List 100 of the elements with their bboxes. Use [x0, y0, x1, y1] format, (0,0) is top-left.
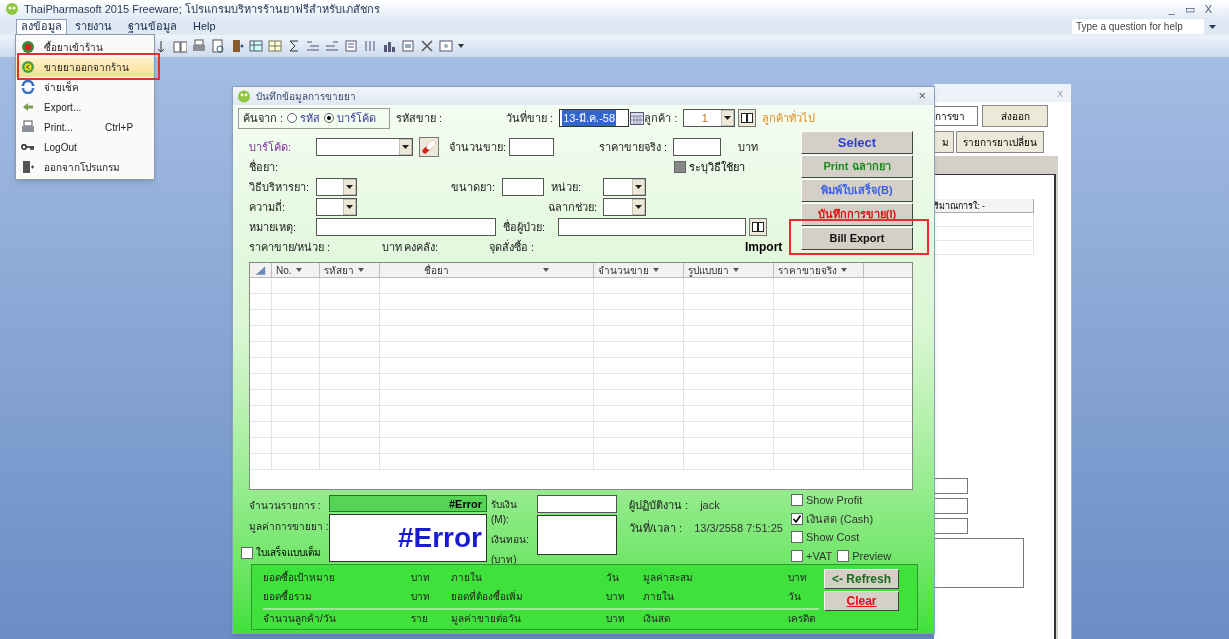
field-label: รับเงิน (M): [491, 498, 518, 527]
menu-item[interactable]: ออกจากโปรแกรม [16, 157, 154, 177]
full-receipt-checkbox[interactable]: ใบเสร็จแบบเต็ม [241, 545, 329, 560]
column-header[interactable]: ราคาขายจริง [774, 263, 864, 277]
maximize-button[interactable]: ▭ [1183, 0, 1196, 18]
text-field[interactable] [316, 218, 496, 236]
menu-item[interactable]: รายงาน [67, 18, 120, 35]
calendar-icon[interactable] [630, 111, 645, 125]
minimize-button[interactable]: _ [1167, 0, 1176, 18]
printer-icon[interactable] [192, 39, 206, 53]
checkbox[interactable] [791, 531, 803, 544]
option-checkbox[interactable]: Show Cost [791, 529, 860, 546]
checkbox[interactable] [837, 549, 850, 562]
option-checkbox[interactable]: +VAT [791, 547, 833, 564]
text-field[interactable] [509, 138, 554, 156]
option-checkbox[interactable]: Preview [837, 547, 892, 564]
change-field[interactable] [537, 515, 617, 555]
dropdown-arrow-icon[interactable] [343, 199, 356, 215]
toolbar-overflow-icon[interactable] [458, 43, 464, 49]
refresh-button[interactable]: <- Refresh [824, 569, 899, 589]
column-header[interactable]: รูปแบบยา [684, 263, 774, 277]
book-icon[interactable] [741, 113, 754, 123]
checkbox[interactable] [791, 494, 803, 507]
sort-dropdown-icon[interactable] [295, 268, 302, 272]
action-button[interactable]: พิมพ์ใบเสร็จ(B) [801, 179, 913, 202]
tab-button[interactable]: รายการยาเปลี่ยน [956, 131, 1044, 153]
delete-x-icon[interactable] [420, 39, 434, 53]
dropdown-arrow-icon[interactable] [632, 179, 645, 195]
radio-option[interactable]: รหัส [287, 109, 321, 127]
help-search-field[interactable]: Type a question for help [1072, 19, 1204, 34]
sort-dropdown-icon[interactable] [841, 268, 847, 272]
dropdown-field[interactable] [316, 198, 357, 216]
tab-button[interactable]: ม [934, 131, 954, 153]
sort-dropdown-icon[interactable] [653, 268, 659, 272]
grid-icon[interactable] [249, 39, 263, 53]
menu-item[interactable]: Help [185, 18, 224, 35]
customer-dropdown[interactable]: 1 [683, 109, 736, 127]
record-icon[interactable] [21, 40, 35, 54]
date-field[interactable]: 13-มี.ค.-58 [559, 109, 630, 127]
column-header[interactable]: จำนวนขาย [594, 263, 684, 277]
stat-label: เงินสด [643, 612, 671, 626]
text-field[interactable] [673, 138, 721, 156]
menu-item[interactable]: ลงข้อมูล [16, 18, 67, 35]
menu-item[interactable]: Print... Ctrl+P [16, 117, 154, 137]
dropdown-field[interactable] [603, 198, 646, 216]
text-field[interactable]: การขา [934, 106, 978, 126]
sum-icon[interactable] [287, 39, 301, 53]
chart-icon[interactable] [382, 39, 396, 53]
form-icon[interactable] [401, 39, 415, 53]
column-header[interactable]: No. [272, 263, 320, 277]
text-field[interactable] [502, 178, 544, 196]
menu-item[interactable]: LogOut [16, 137, 154, 157]
table-icon[interactable] [268, 39, 282, 53]
refresh-arrows-icon[interactable] [21, 80, 35, 94]
print-preview-icon[interactable] [211, 39, 225, 53]
text-field[interactable] [558, 218, 746, 236]
list-icon[interactable] [344, 39, 358, 53]
action-button[interactable]: Bill Export [801, 227, 913, 250]
sort-dropdown-icon[interactable] [358, 268, 364, 272]
checkbox[interactable] [241, 546, 253, 559]
dropdown-arrow-icon[interactable] [1208, 23, 1217, 30]
barcode-dropdown[interactable] [316, 138, 413, 156]
book-button[interactable] [749, 218, 767, 236]
dropdown-arrow-icon[interactable] [343, 179, 356, 195]
radio-button[interactable] [287, 113, 298, 123]
option-checkbox[interactable]: Show Profit [791, 492, 863, 509]
menu-item[interactable]: Export... [16, 97, 154, 117]
dropdown-arrow-icon[interactable] [632, 199, 645, 215]
radio-option[interactable]: บาร์โค้ด [324, 109, 377, 127]
checkbox[interactable] [791, 549, 803, 562]
column-header[interactable]: รหัสยา [320, 263, 380, 277]
sort-dropdown-icon[interactable] [733, 268, 739, 272]
dropdown-field[interactable] [316, 178, 357, 196]
dropdown-arrow-icon[interactable] [399, 139, 412, 155]
operator-name: jack [700, 498, 720, 513]
menu-item[interactable]: ฐานข้อมูล [120, 18, 185, 35]
menu-item[interactable]: จ่ายเช็ค [16, 77, 154, 97]
radio-button[interactable] [324, 113, 335, 123]
column-header[interactable]: ริมาณการใ: - [934, 199, 1034, 213]
sort-dropdown-icon[interactable] [543, 268, 549, 272]
export-button[interactable]: ส่งออก [982, 105, 1048, 127]
printer-icon[interactable] [21, 120, 35, 134]
close-button[interactable]: × [918, 86, 930, 106]
column-header[interactable]: ชื่อยา [380, 263, 594, 277]
book-icon[interactable] [752, 222, 764, 232]
back-arrow-icon[interactable] [21, 60, 35, 74]
checkbox[interactable] [791, 512, 803, 525]
dropdown-field[interactable] [603, 178, 646, 196]
action-button[interactable]: Select [801, 131, 913, 154]
exit-door-icon[interactable] [230, 39, 244, 53]
book-button[interactable] [738, 109, 757, 127]
window-title: ThaiPharmasoft 2015 Freeware; โปรแกรมบริหารร้านยาฟรีสำหรับเภสัชกร [24, 1, 380, 17]
picture-icon[interactable] [439, 39, 453, 53]
menu-item[interactable]: ซื้อยาเข้าร้าน [16, 37, 154, 57]
close-button[interactable]: X [1203, 0, 1213, 18]
exit-door-icon[interactable] [21, 160, 35, 174]
dropdown-arrow-icon[interactable] [721, 110, 735, 126]
option-checkbox[interactable]: เงินสด (Cash) [791, 510, 874, 527]
left-arrow-icon[interactable] [21, 100, 35, 114]
cash-received-field[interactable] [537, 495, 617, 513]
